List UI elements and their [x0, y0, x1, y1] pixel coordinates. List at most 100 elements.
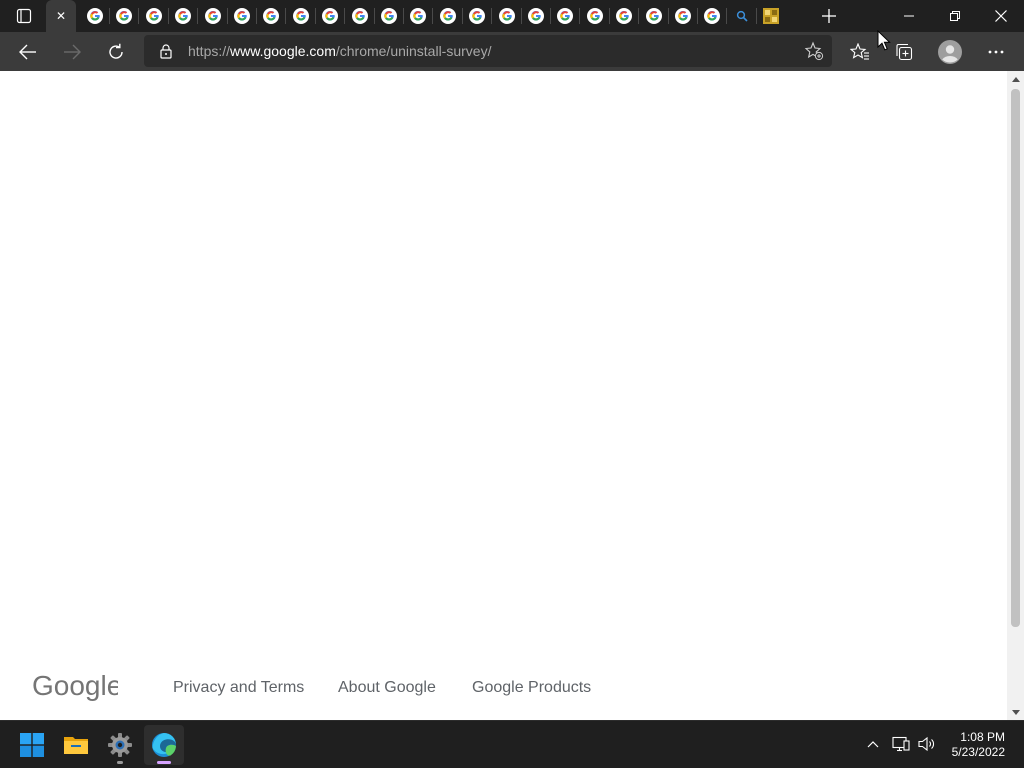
- collections-button[interactable]: [888, 36, 920, 67]
- network-button[interactable]: [890, 733, 912, 755]
- volume-button[interactable]: [916, 733, 938, 755]
- tab-active[interactable]: ✕: [46, 0, 76, 32]
- more-menu-button[interactable]: [980, 36, 1012, 67]
- privacy-terms-link[interactable]: Privacy and Terms: [173, 679, 304, 697]
- browser-tab[interactable]: [639, 0, 668, 32]
- tab-actions-button[interactable]: [8, 6, 40, 26]
- browser-tab[interactable]: [168, 0, 197, 32]
- browser-tab[interactable]: [756, 0, 785, 32]
- vertical-scrollbar[interactable]: [1007, 71, 1024, 720]
- browser-tab[interactable]: [521, 0, 550, 32]
- file-explorer-icon: [64, 737, 88, 754]
- google-favicon-icon: [409, 8, 426, 24]
- google-favicon-icon: [674, 8, 691, 24]
- forward-arrow-icon: [64, 44, 81, 59]
- browser-tab[interactable]: [345, 0, 374, 32]
- volume-icon: [918, 736, 934, 752]
- minimize-icon: [904, 15, 914, 17]
- lock-icon[interactable]: [158, 43, 174, 59]
- google-favicon-icon: [556, 8, 573, 24]
- settings-button[interactable]: [100, 725, 140, 765]
- browser-tab[interactable]: [433, 0, 462, 32]
- active-indicator: [157, 761, 171, 764]
- mouse-cursor-icon: [877, 30, 891, 51]
- close-window-button[interactable]: [978, 0, 1024, 32]
- scrollbar-thumb[interactable]: [1011, 89, 1020, 627]
- browser-tab[interactable]: [256, 0, 285, 32]
- search-favicon-icon: [736, 10, 748, 22]
- show-hidden-icons-button[interactable]: [862, 733, 884, 755]
- scroll-up-arrow-icon: [1011, 76, 1020, 82]
- favorites-icon: [850, 42, 869, 60]
- browser-tab[interactable]: [697, 0, 726, 32]
- url-host: www.google.com: [230, 43, 336, 59]
- about-google-link[interactable]: About Google: [338, 679, 436, 697]
- profile-button[interactable]: [934, 36, 966, 67]
- google-favicon-icon: [204, 8, 221, 24]
- browser-tab[interactable]: [109, 0, 138, 32]
- browser-tab[interactable]: [286, 0, 315, 32]
- scroll-down-arrow-icon: [1011, 709, 1020, 715]
- browser-tab[interactable]: [80, 0, 109, 32]
- minimize-button[interactable]: [886, 0, 932, 32]
- refresh-icon: [109, 43, 123, 59]
- google-favicon-icon: [380, 8, 397, 24]
- back-button[interactable]: [12, 36, 44, 67]
- google-favicon-icon: [498, 8, 515, 24]
- google-products-link[interactable]: Google Products: [472, 679, 591, 697]
- file-explorer-button[interactable]: [56, 725, 96, 765]
- restore-button[interactable]: [932, 0, 978, 32]
- scroll-up-button[interactable]: [1007, 71, 1024, 87]
- browser-tab[interactable]: [403, 0, 432, 32]
- browser-tab[interactable]: [727, 0, 756, 32]
- system-clock[interactable]: 1:08 PM 5/23/2022: [952, 730, 1005, 760]
- start-icon: [20, 733, 44, 757]
- start-button[interactable]: [12, 725, 52, 765]
- collections-icon: [896, 43, 913, 60]
- google-favicon-icon: [262, 8, 279, 24]
- url-text[interactable]: https://www.google.com/chrome/uninstall-…: [188, 43, 491, 59]
- close-icon: [995, 10, 1007, 22]
- image-favicon-icon: [762, 8, 779, 24]
- browser-tab[interactable]: [139, 0, 168, 32]
- scroll-down-button[interactable]: [1007, 704, 1024, 720]
- more-icon: [988, 50, 1004, 53]
- chevron-up-icon: [867, 740, 879, 747]
- browser-tab[interactable]: [315, 0, 344, 32]
- page-footer: Google Privacy and Terms About Google Go…: [0, 669, 1000, 709]
- google-favicon-icon: [351, 8, 368, 24]
- google-favicon-icon: [703, 8, 720, 24]
- browser-tab[interactable]: [374, 0, 403, 32]
- browser-tab[interactable]: [668, 0, 697, 32]
- google-favicon-icon: [321, 8, 338, 24]
- address-bar[interactable]: https://www.google.com/chrome/uninstall-…: [144, 35, 832, 67]
- page-viewport: Google Privacy and Terms About Google Go…: [0, 71, 1024, 720]
- clock-time: 1:08 PM: [960, 730, 1005, 744]
- google-favicon-icon: [468, 8, 485, 24]
- taskbar: 1:08 PM 5/23/2022: [0, 720, 1024, 768]
- browser-tab[interactable]: [462, 0, 491, 32]
- google-logo[interactable]: Google: [32, 669, 118, 701]
- browser-tab[interactable]: [492, 0, 521, 32]
- forward-button[interactable]: [56, 36, 88, 67]
- browser-toolbar: https://www.google.com/chrome/uninstall-…: [0, 32, 1024, 71]
- logo-text: Google: [32, 670, 118, 701]
- browser-tab[interactable]: [550, 0, 579, 32]
- edge-taskbar-button[interactable]: [144, 725, 184, 765]
- google-favicon-icon: [115, 8, 132, 24]
- google-favicon-icon: [174, 8, 191, 24]
- browser-tab[interactable]: [609, 0, 638, 32]
- refresh-button[interactable]: [100, 36, 132, 67]
- edge-icon: [152, 733, 176, 757]
- close-tab-icon[interactable]: ✕: [56, 9, 66, 23]
- new-tab-button[interactable]: [816, 4, 842, 28]
- add-favorite-icon[interactable]: [804, 41, 824, 61]
- browser-tab[interactable]: [227, 0, 256, 32]
- clock-date: 5/23/2022: [951, 745, 1005, 759]
- browser-tab[interactable]: [198, 0, 227, 32]
- google-favicon-icon: [292, 8, 309, 24]
- browser-tab[interactable]: [580, 0, 609, 32]
- favorites-button[interactable]: [844, 36, 876, 67]
- google-favicon-icon: [439, 8, 456, 24]
- google-favicon-icon: [527, 8, 544, 24]
